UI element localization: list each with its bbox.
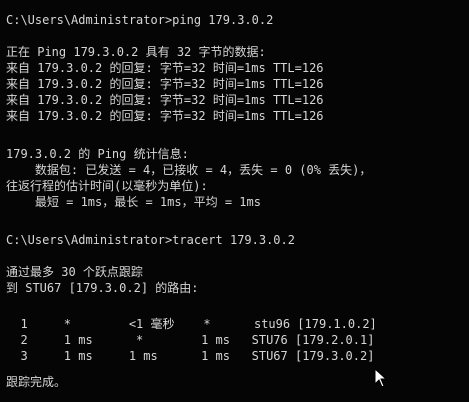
command-prompt-window[interactable]: C:\Users\Administrator>ping 179.3.0.2 正在…	[0, 0, 469, 402]
ping-reply-line: 来自 179.3.0.2 的回复: 字节=32 时间=1ms TTL=126	[6, 93, 324, 107]
mouse-pointer-icon	[374, 368, 388, 388]
command-tracert: C:\Users\Administrator>tracert 179.3.0.2	[6, 233, 295, 247]
tracert-hop-row: 3 1 ms 1 ms 1 ms STU67 [179.3.0.2]	[6, 349, 375, 363]
ping-reply-line: 来自 179.3.0.2 的回复: 字节=32 时间=1ms TTL=126	[6, 77, 324, 91]
ping-rtt-values: 最短 = 1ms，最长 = 1ms，平均 = 1ms	[6, 195, 261, 209]
ping-statistics-title: 179.3.0.2 的 Ping 统计信息:	[6, 147, 189, 161]
tracert-max-hops: 通过最多 30 个跃点跟踪	[6, 265, 143, 279]
ping-reply-line: 来自 179.3.0.2 的回复: 字节=32 时间=1ms TTL=126	[6, 61, 324, 75]
tracert-complete-line: 跟踪完成。	[6, 375, 67, 389]
ping-start-line: 正在 Ping 179.3.0.2 具有 32 字节的数据:	[6, 45, 266, 59]
ping-reply-line: 来自 179.3.0.2 的回复: 字节=32 时间=1ms TTL=126	[6, 109, 324, 123]
ping-packet-stats: 数据包: 已发送 = 4，已接收 = 4，丢失 = 0 (0% 丢失)，	[6, 163, 372, 177]
command-ping: C:\Users\Administrator>ping 179.3.0.2	[6, 13, 274, 27]
tracert-hop-row: 2 1 ms * 1 ms STU76 [179.2.0.1]	[6, 333, 375, 347]
tracert-route-title: 到 STU67 [179.3.0.2] 的路由:	[6, 281, 199, 295]
tracert-hop-row: 1 * <1 毫秒 * stu96 [179.1.0.2]	[6, 317, 377, 331]
ping-rtt-title: 往返行程的估计时间(以毫秒为单位):	[6, 179, 208, 193]
